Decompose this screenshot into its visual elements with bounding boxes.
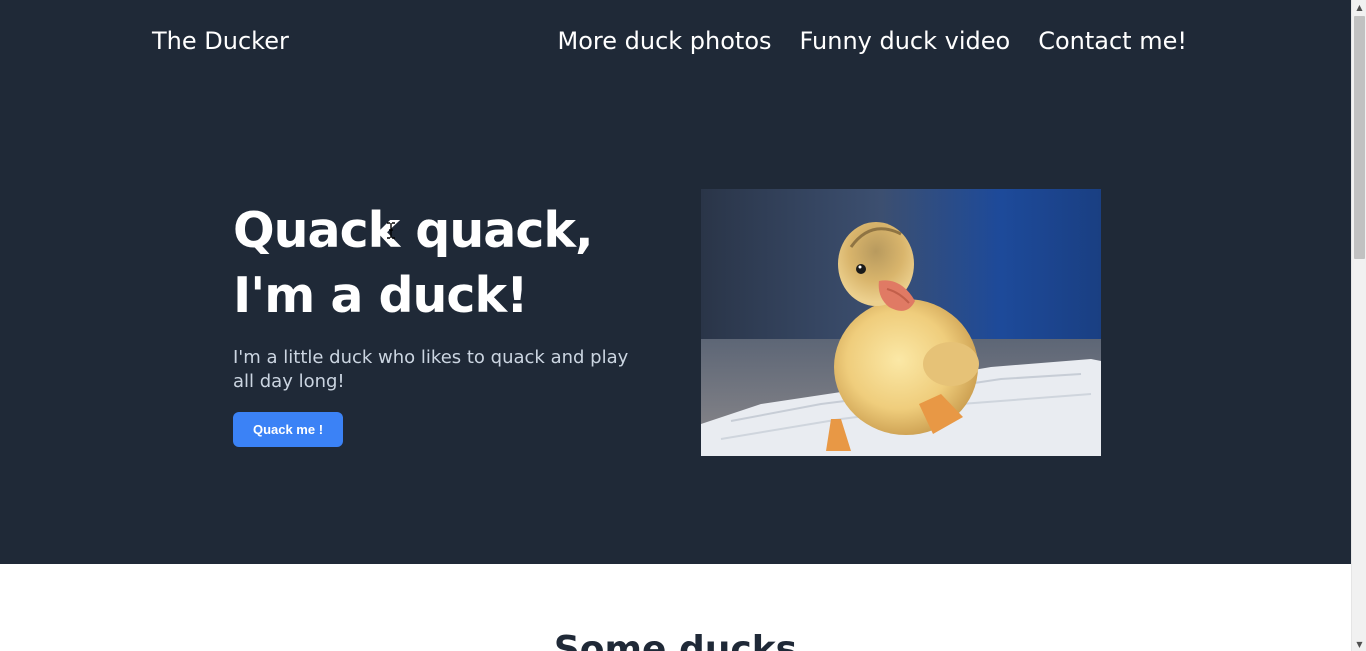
scroll-up-arrow-icon[interactable]: ▲ [1352,0,1366,14]
hero-section: The Ducker More duck photos Funny duck v… [0,0,1351,564]
scroll-thumb[interactable] [1354,16,1365,259]
duckling-illustration [701,189,1101,456]
text-cursor-icon [387,222,395,239]
duckling-photo [701,189,1101,456]
vertical-scrollbar[interactable]: ▲ ▼ [1351,0,1366,651]
browser-viewport: The Ducker More duck photos Funny duck v… [0,0,1366,651]
nav-link-contact-me[interactable]: Contact me! [1038,26,1187,56]
hero-title: Quack quack, I'm a duck! [233,202,594,324]
quack-me-button[interactable]: Quack me ! [233,412,343,447]
nav-link-funny-duck-video[interactable]: Funny duck video [800,26,1011,56]
top-nav: More duck photos Funny duck video Contac… [558,26,1188,56]
nav-link-more-duck-photos[interactable]: More duck photos [558,26,772,56]
section-title: Some ducks [553,629,798,651]
scroll-down-arrow-icon[interactable]: ▼ [1352,637,1366,651]
hero-subtitle: I'm a little duck who likes to quack and… [233,347,629,392]
page: The Ducker More duck photos Funny duck v… [0,0,1351,651]
brand-link[interactable]: The Ducker [152,26,289,56]
